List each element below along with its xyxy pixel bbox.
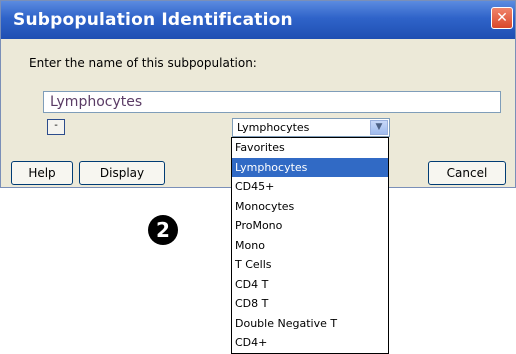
dropdown-list: Favorites Lymphocytes CD45+ Monocytes ProMon… xyxy=(231,137,389,354)
dropdown-option[interactable]: Mono xyxy=(232,236,388,256)
title-bar[interactable]: Subpopulation Identification ✕ xyxy=(1,1,515,39)
step-marker: 2 xyxy=(148,215,178,245)
dropdown-option[interactable]: CD45+ xyxy=(232,177,388,197)
select-value: Lymphocytes xyxy=(237,121,310,134)
help-button[interactable]: Help xyxy=(11,161,73,185)
dropdown-option[interactable]: CD4 T xyxy=(232,275,388,295)
name-prompt-label: Enter the name of this subpopulation: xyxy=(29,56,257,70)
dropdown-option[interactable]: CD8 T xyxy=(232,294,388,314)
minus-button[interactable]: - xyxy=(47,119,65,135)
dropdown-option[interactable]: T Cells xyxy=(232,255,388,275)
close-icon: ✕ xyxy=(496,10,508,26)
close-button[interactable]: ✕ xyxy=(491,7,513,29)
dropdown-option[interactable]: Double Negative T xyxy=(232,314,388,334)
cancel-button[interactable]: Cancel xyxy=(428,161,506,185)
dropdown-option[interactable]: Favorites xyxy=(232,138,388,158)
dropdown-option[interactable]: ProMono xyxy=(232,216,388,236)
chevron-down-icon: ▼ xyxy=(375,122,383,132)
dropdown-option[interactable]: Monocytes xyxy=(232,197,388,217)
dropdown-option[interactable]: Lymphocytes xyxy=(232,157,388,177)
display-button[interactable]: Display xyxy=(79,161,165,185)
dropdown-arrow-button[interactable]: ▼ xyxy=(370,120,388,135)
subpopulation-select[interactable]: Lymphocytes ▼ xyxy=(232,118,390,137)
dropdown-option[interactable]: CD4+ xyxy=(232,333,388,353)
window-title: Subpopulation Identification xyxy=(13,10,293,30)
subpopulation-name-input[interactable] xyxy=(43,91,501,113)
